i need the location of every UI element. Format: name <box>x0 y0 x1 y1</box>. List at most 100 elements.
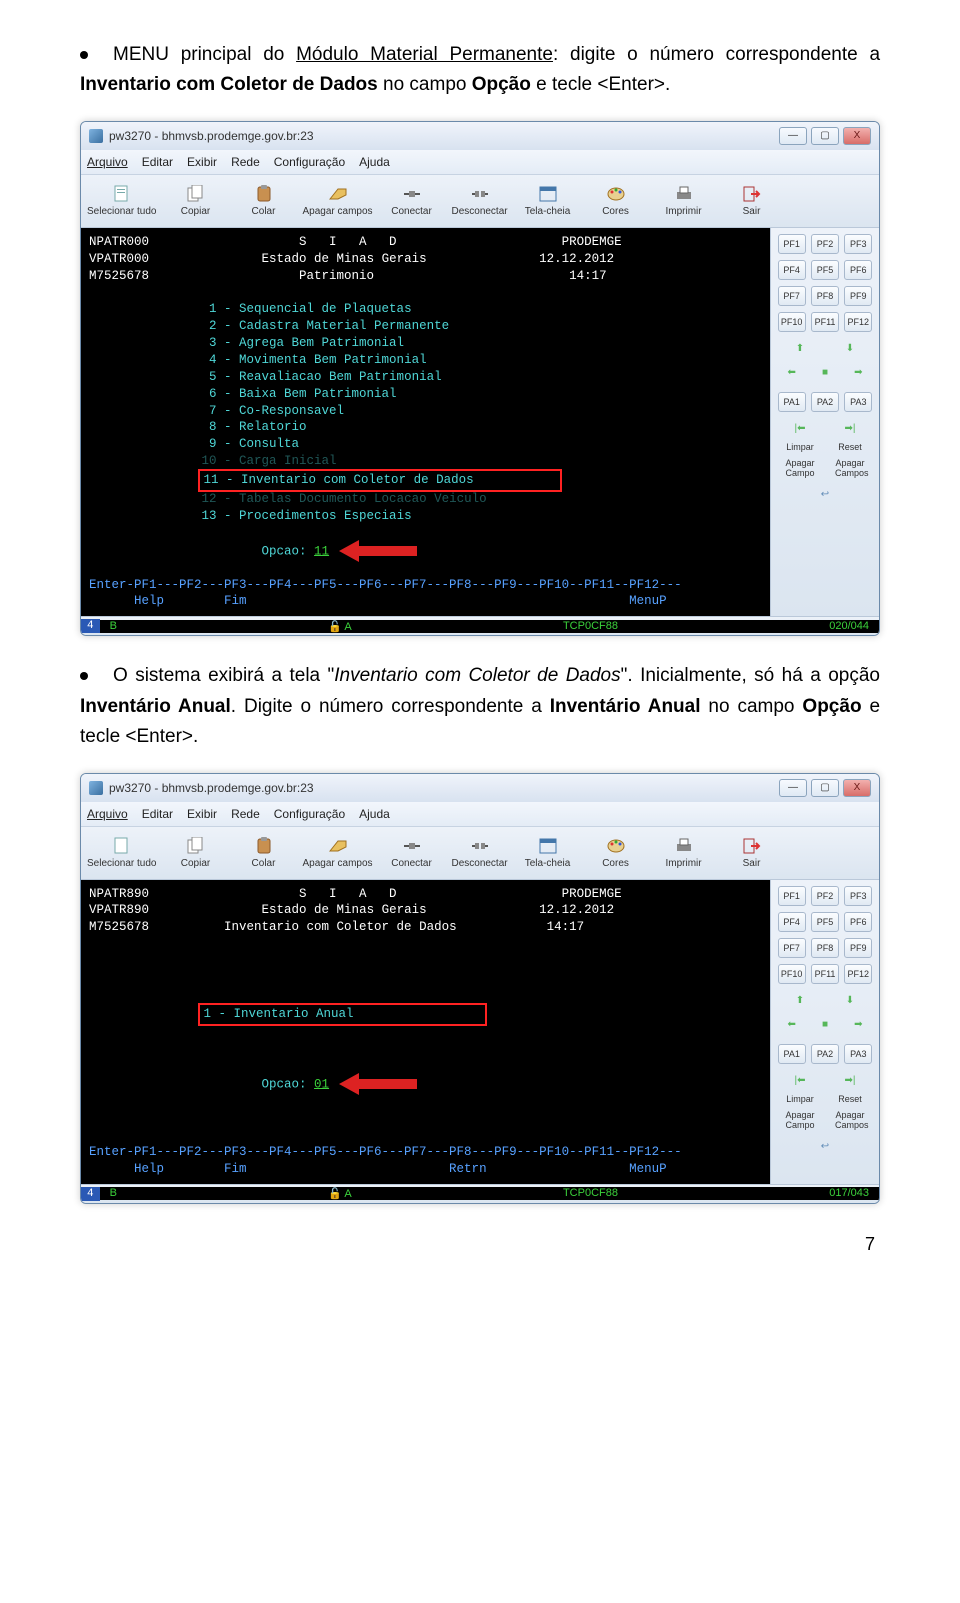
close-button[interactable]: X <box>843 779 871 797</box>
pf8-button[interactable]: PF8 <box>811 938 839 958</box>
toolbar-imprimir[interactable]: Imprimir <box>655 185 713 217</box>
pf3-button[interactable]: PF3 <box>844 886 872 906</box>
reset-button[interactable]: Reset <box>835 442 865 452</box>
menu-editar[interactable]: Editar <box>142 807 173 821</box>
pf11-button[interactable]: PF11 <box>811 312 839 332</box>
arrow-stop-icon[interactable]: ■ <box>816 1018 834 1032</box>
skip-fwd-icon[interactable]: ➡| <box>841 422 859 436</box>
menu-exibir[interactable]: Exibir <box>187 807 217 821</box>
menu-configuracao[interactable]: Configuração <box>274 155 345 169</box>
menu-bar: Arquivo Editar Exibir Rede Configuração … <box>81 802 879 827</box>
minimize-button[interactable]: — <box>779 779 807 797</box>
toolbar-imprimir[interactable]: Imprimir <box>655 837 713 869</box>
pf1-button[interactable]: PF1 <box>778 234 806 254</box>
pf1-button[interactable]: PF1 <box>778 886 806 906</box>
pf7-button[interactable]: PF7 <box>778 938 806 958</box>
toolbar-conectar[interactable]: Conectar <box>383 837 441 869</box>
pf3-button[interactable]: PF3 <box>844 234 872 254</box>
limpar-button[interactable]: Limpar <box>785 442 815 452</box>
pf8-button[interactable]: PF8 <box>811 286 839 306</box>
apagar-campos-button[interactable]: Apagar Campos <box>835 458 865 478</box>
arrow-right-icon[interactable]: ➡ <box>849 366 867 380</box>
pf7-button[interactable]: PF7 <box>778 286 806 306</box>
toolbar-copiar[interactable]: Copiar <box>167 185 225 217</box>
pf2-button[interactable]: PF2 <box>811 234 839 254</box>
toolbar-sair[interactable]: Sair <box>723 837 781 869</box>
pf4-button[interactable]: PF4 <box>778 260 806 280</box>
pf11-button[interactable]: PF11 <box>811 964 839 984</box>
pf10-button[interactable]: PF10 <box>778 312 806 332</box>
skip-back-icon[interactable]: |⬅ <box>791 422 809 436</box>
toolbar-desconectar[interactable]: Desconectar <box>451 837 509 869</box>
toolbar: Selecionar tudo Copiar Colar Apagar camp… <box>81 827 879 880</box>
apagar-campo-button[interactable]: Apagar Campo <box>785 458 815 478</box>
toolbar-sair[interactable]: Sair <box>723 185 781 217</box>
toolbar-selecionar-tudo[interactable]: Selecionar tudo <box>87 185 157 217</box>
menu-ajuda[interactable]: Ajuda <box>359 155 390 169</box>
pf4-button[interactable]: PF4 <box>778 912 806 932</box>
arrow-right-icon[interactable]: ➡ <box>849 1018 867 1032</box>
pf12-button[interactable]: PF12 <box>844 964 872 984</box>
toolbar-colar[interactable]: Colar <box>235 837 293 869</box>
pa1-button[interactable]: PA1 <box>778 392 806 412</box>
maximize-button[interactable]: ▢ <box>811 779 839 797</box>
pa3-button[interactable]: PA3 <box>844 392 872 412</box>
maximize-button[interactable]: ▢ <box>811 127 839 145</box>
pf5-button[interactable]: PF5 <box>811 260 839 280</box>
arrow-down-icon[interactable]: ⬇ <box>841 342 859 356</box>
arrow-left-icon[interactable]: ⬅ <box>783 366 801 380</box>
menu-arquivo[interactable]: Arquivo <box>87 807 128 821</box>
arrow-left-icon[interactable]: ⬅ <box>783 1018 801 1032</box>
opcao-input-2[interactable]: 01 <box>314 1077 329 1091</box>
toolbar-copiar[interactable]: Copiar <box>167 837 225 869</box>
arrow-up-icon[interactable]: ⬆ <box>791 994 809 1008</box>
toolbar-tela-cheia[interactable]: Tela-cheia <box>519 185 577 217</box>
pf9-button[interactable]: PF9 <box>844 286 872 306</box>
opcao-input-1[interactable]: 11 <box>314 544 329 558</box>
limpar-button[interactable]: Limpar <box>785 1094 815 1104</box>
toolbar-conectar[interactable]: Conectar <box>383 185 441 217</box>
pf12-button[interactable]: PF12 <box>844 312 872 332</box>
pa1-button[interactable]: PA1 <box>778 1044 806 1064</box>
pf10-button[interactable]: PF10 <box>778 964 806 984</box>
close-button[interactable]: X <box>843 127 871 145</box>
pa3-button[interactable]: PA3 <box>844 1044 872 1064</box>
toolbar-apagar-campos[interactable]: Apagar campos <box>303 837 373 869</box>
return-icon[interactable]: ↩ <box>816 488 834 502</box>
menu-editar[interactable]: Editar <box>142 155 173 169</box>
menu-ajuda[interactable]: Ajuda <box>359 807 390 821</box>
terminal-screen-1[interactable]: NPATR000 S I A D PRODEMGE VPATR000 Estad… <box>81 228 770 617</box>
arrow-stop-icon[interactable]: ■ <box>816 366 834 380</box>
apagar-campos-button[interactable]: Apagar Campos <box>835 1110 865 1130</box>
page-number: 7 <box>80 1234 880 1255</box>
toolbar-tela-cheia[interactable]: Tela-cheia <box>519 837 577 869</box>
pf6-button[interactable]: PF6 <box>844 912 872 932</box>
toolbar-apagar-campos[interactable]: Apagar campos <box>303 185 373 217</box>
toolbar-colar[interactable]: Colar <box>235 185 293 217</box>
menu-arquivo[interactable]: Arquivo <box>87 155 128 169</box>
bullet-icon <box>80 672 88 680</box>
apagar-campo-button[interactable]: Apagar Campo <box>785 1110 815 1130</box>
pf2-button[interactable]: PF2 <box>811 886 839 906</box>
toolbar-cores[interactable]: Cores <box>587 185 645 217</box>
skip-back-icon[interactable]: |⬅ <box>791 1074 809 1088</box>
pa2-button[interactable]: PA2 <box>811 1044 839 1064</box>
menu-rede[interactable]: Rede <box>231 155 260 169</box>
return-icon[interactable]: ↩ <box>816 1140 834 1154</box>
toolbar-cores[interactable]: Cores <box>587 837 645 869</box>
terminal-screen-2[interactable]: NPATR890 S I A D PRODEMGE VPATR890 Estad… <box>81 880 770 1184</box>
pf5-button[interactable]: PF5 <box>811 912 839 932</box>
toolbar-selecionar-tudo[interactable]: Selecionar tudo <box>87 837 157 869</box>
pa2-button[interactable]: PA2 <box>811 392 839 412</box>
arrow-up-icon[interactable]: ⬆ <box>791 342 809 356</box>
menu-rede[interactable]: Rede <box>231 807 260 821</box>
minimize-button[interactable]: — <box>779 127 807 145</box>
pf6-button[interactable]: PF6 <box>844 260 872 280</box>
pf9-button[interactable]: PF9 <box>844 938 872 958</box>
skip-fwd-icon[interactable]: ➡| <box>841 1074 859 1088</box>
reset-button[interactable]: Reset <box>835 1094 865 1104</box>
toolbar-desconectar[interactable]: Desconectar <box>451 185 509 217</box>
menu-configuracao[interactable]: Configuração <box>274 807 345 821</box>
menu-exibir[interactable]: Exibir <box>187 155 217 169</box>
arrow-down-icon[interactable]: ⬇ <box>841 994 859 1008</box>
